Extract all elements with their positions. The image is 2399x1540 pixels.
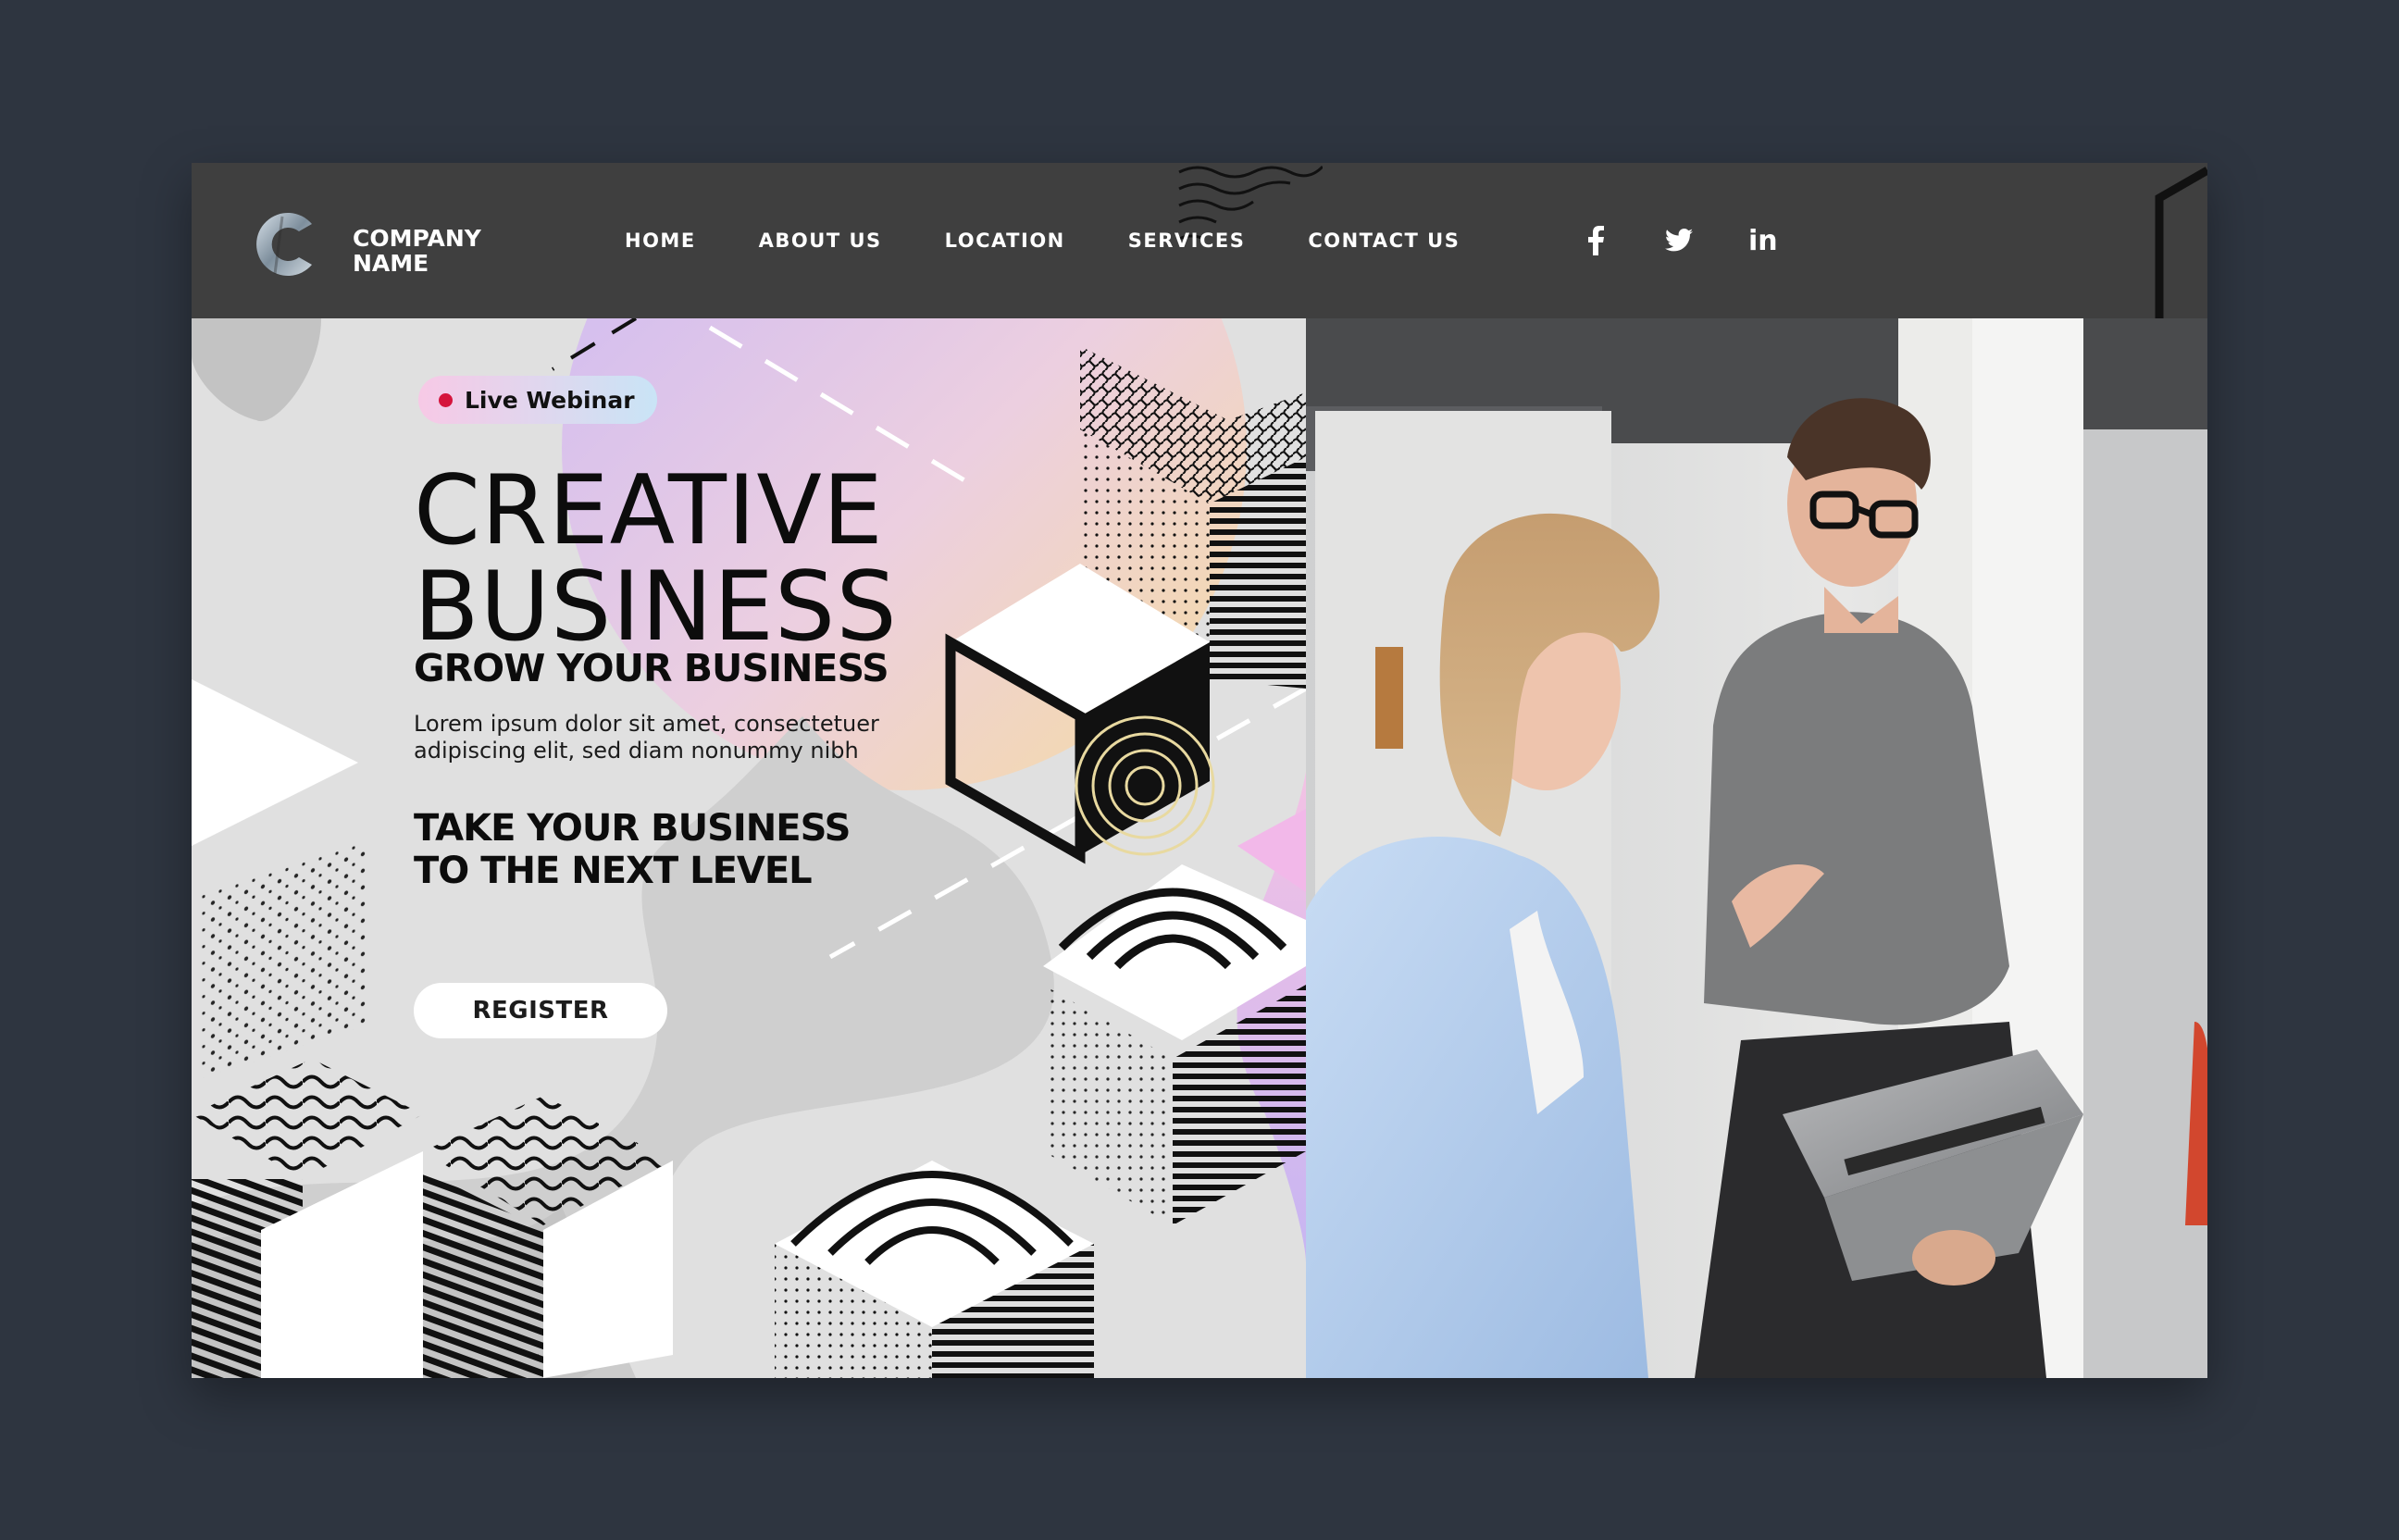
register-button[interactable]: REGISTER [414, 983, 667, 1038]
nav-home[interactable]: HOME [625, 230, 696, 252]
c-letter-logo-icon[interactable] [255, 209, 317, 279]
main-nav: HOME ABOUT US LOCATION SERVICES CONTACT … [625, 163, 1523, 318]
landing-page: COMPANY NAME HOME ABOUT US LOCATION SERV… [192, 163, 2207, 1378]
nav-location[interactable]: LOCATION [945, 230, 1065, 252]
facebook-icon[interactable] [1587, 163, 1604, 318]
hero-tagline: TAKE YOUR BUSINESS TO THE NEXT LEVEL [414, 807, 851, 892]
hero-tagline-line2: TO THE NEXT LEVEL [414, 850, 813, 892]
twitter-icon[interactable] [1665, 163, 1693, 318]
nav-contact-us[interactable]: CONTACT US [1308, 230, 1460, 252]
nav-about-us[interactable]: ABOUT US [759, 230, 882, 252]
company-name-line1: COMPANY [353, 225, 481, 252]
company-name: COMPANY NAME [353, 226, 481, 276]
team-photo [1306, 318, 2207, 1378]
live-dot-icon [439, 393, 453, 407]
hero-title-line2: BUSINESS [414, 552, 898, 663]
hero-section: Live Webinar CREATIVE BUSINESS GROW YOUR… [192, 318, 1306, 1378]
live-webinar-badge: Live Webinar [418, 376, 657, 424]
badge-label: Live Webinar [465, 386, 635, 414]
team-photo-illustration [1306, 318, 2207, 1378]
hero-title-line1: CREATIVE [414, 455, 884, 566]
nav-services[interactable]: SERVICES [1128, 230, 1246, 252]
navbar: COMPANY NAME HOME ABOUT US LOCATION SERV… [192, 163, 2207, 318]
linkedin-icon[interactable]: in [1748, 163, 1778, 318]
hero-body-text: Lorem ipsum dolor sit amet, consectetuer… [414, 711, 879, 764]
hero-tagline-line1: TAKE YOUR BUSINESS [414, 807, 851, 850]
hero-subtitle: GROW YOUR BUSINESS [414, 646, 889, 690]
frame-decoration [2155, 167, 2207, 318]
linkedin-label: in [1748, 224, 1778, 257]
hero-title: CREATIVE BUSINESS [414, 463, 898, 655]
company-name-line2: NAME [353, 250, 429, 277]
